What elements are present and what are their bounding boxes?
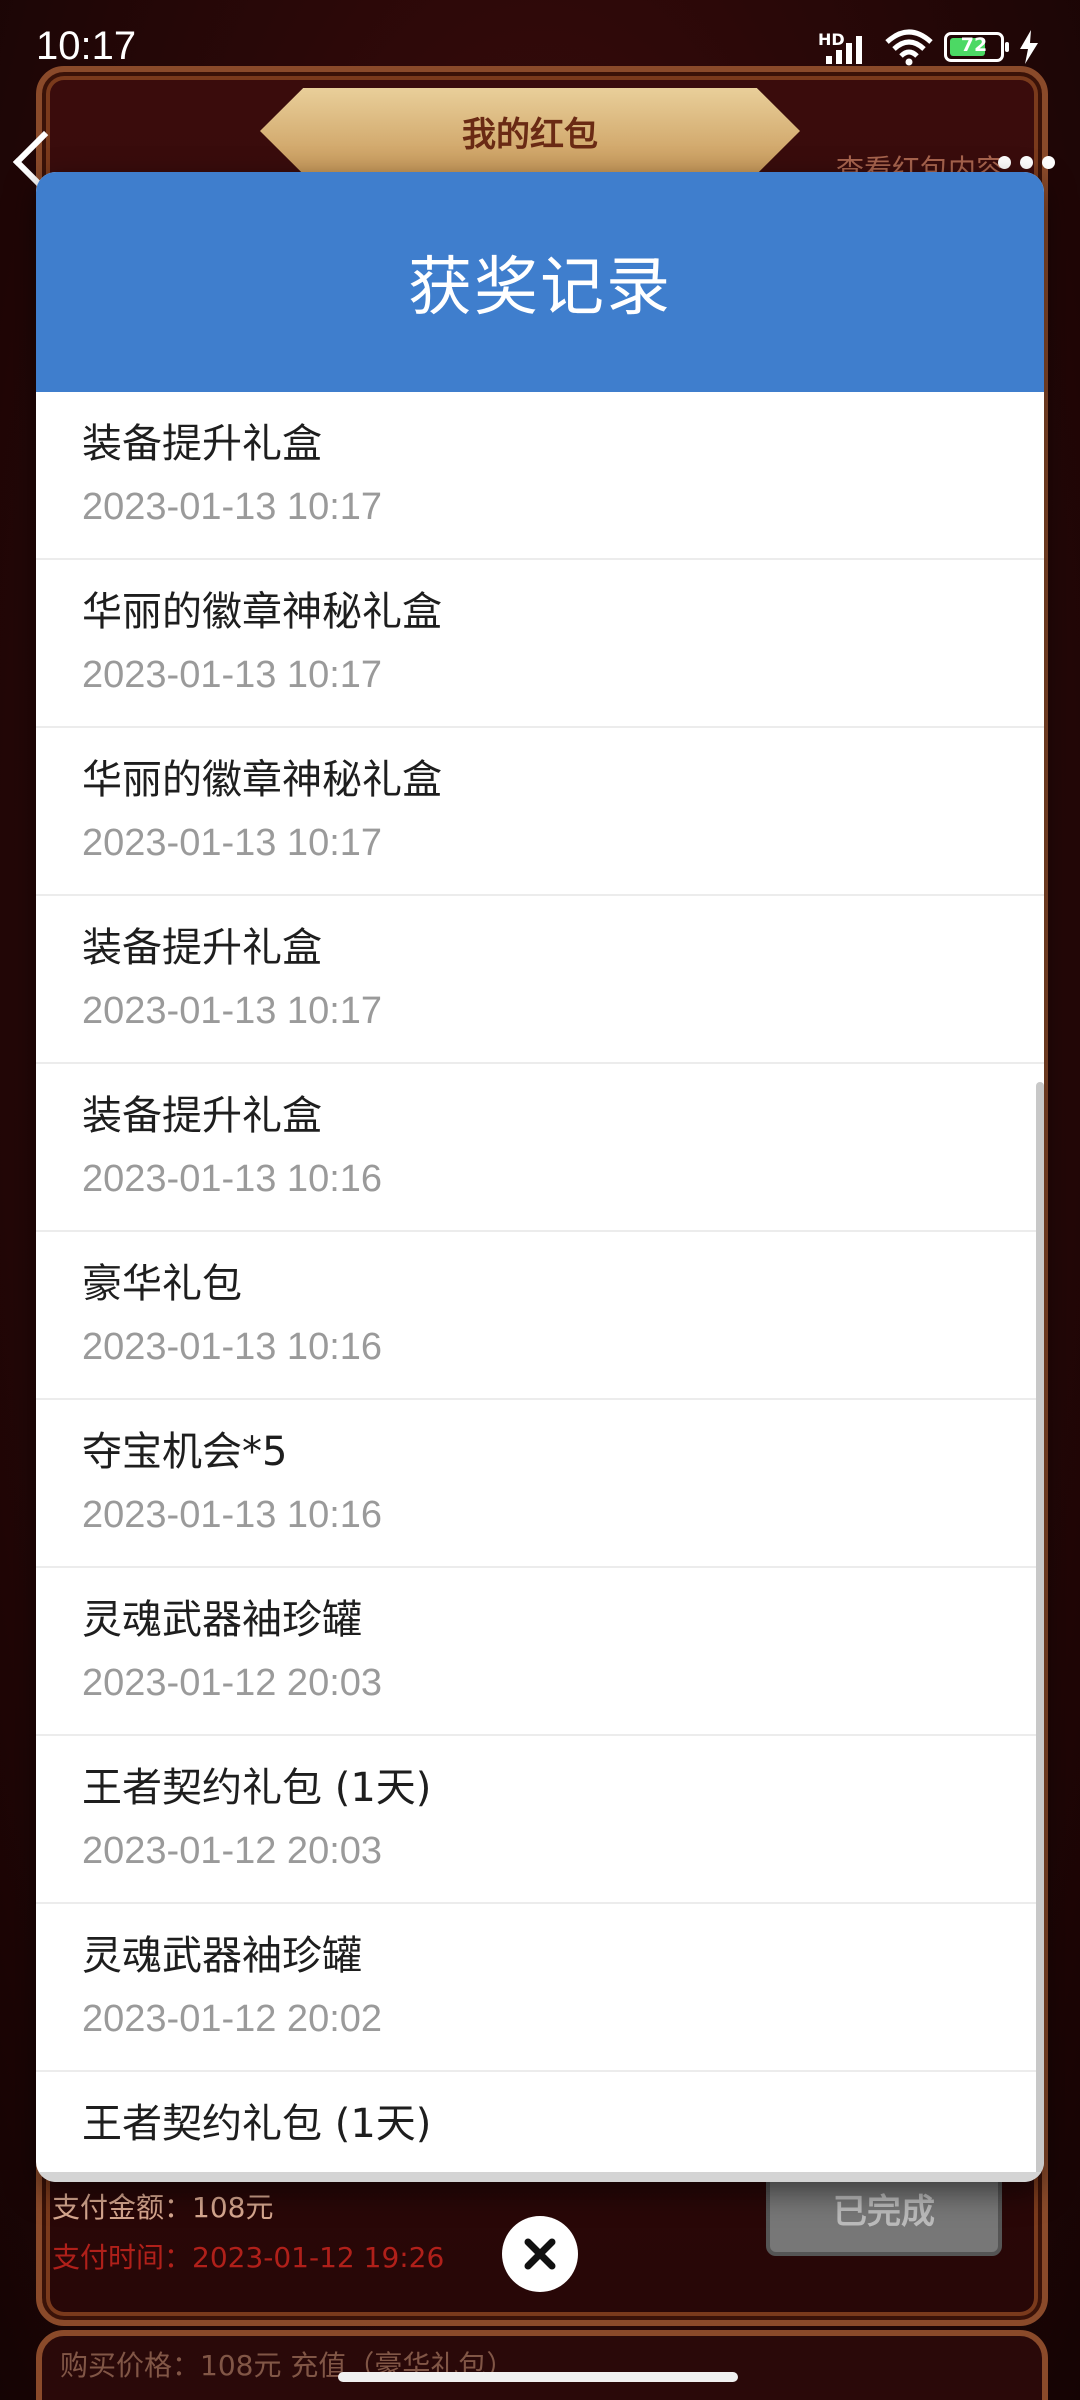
more-icon[interactable] (998, 156, 1055, 169)
list-item[interactable]: 灵魂武器袖珍罐 2023-01-12 20:02 (36, 1904, 1044, 2072)
item-name: 华丽的徽章神秘礼盒 (82, 589, 442, 635)
item-name: 王者契约礼包 (1天) (82, 1765, 432, 1811)
list-item[interactable]: 华丽的徽章神秘礼盒 2023-01-13 10:17 (36, 728, 1044, 896)
item-date: 2023-01-12 20:03 (82, 1830, 383, 1872)
list-item[interactable]: 夺宝机会*5 2023-01-13 10:16 (36, 1400, 1044, 1568)
item-name: 装备提升礼盒 (82, 1093, 322, 1139)
status-time: 10:17 (36, 24, 137, 68)
pay-amount: 支付金额：108元 (52, 2191, 274, 2224)
background-banner: 我的红包 (260, 88, 800, 174)
list-item[interactable]: 装备提升礼盒 2023-01-13 10:17 (36, 392, 1044, 560)
item-date: 2023-01-13 10:16 (82, 1158, 383, 1200)
award-record-dialog: 获奖记录 装备提升礼盒 2023-01-13 10:17 华丽的徽章神秘礼盒 2… (36, 172, 1044, 2182)
list-item[interactable]: 灵魂武器袖珍罐 2023-01-12 20:03 (36, 1568, 1044, 1736)
award-list[interactable]: 装备提升礼盒 2023-01-13 10:17 华丽的徽章神秘礼盒 2023-0… (36, 392, 1044, 2182)
pay-time: 支付时间：2023-01-12 19:26 (52, 2241, 445, 2274)
list-item[interactable]: 装备提升礼盒 2023-01-13 10:17 (36, 896, 1044, 1064)
item-date: 2023-01-12 20:02 (82, 1998, 383, 2040)
item-name: 王者契约礼包 (1天) (82, 2101, 432, 2147)
item-date: 2023-01-13 10:16 (82, 1494, 383, 1536)
list-item[interactable]: 豪华礼包 2023-01-13 10:16 (36, 1232, 1044, 1400)
scrollbar[interactable] (1036, 1082, 1044, 2182)
dialog-title: 获奖记录 (408, 251, 672, 325)
item-name: 灵魂武器袖珍罐 (82, 1933, 362, 1979)
item-name: 豪华礼包 (82, 1261, 242, 1307)
home-indicator[interactable] (338, 2372, 738, 2382)
charging-icon (1020, 30, 1038, 64)
dialog-bottom-edge (36, 2172, 1044, 2182)
dialog-header: 获奖记录 (36, 172, 1044, 392)
item-date: 2023-01-13 10:17 (82, 822, 383, 864)
signal-icon (826, 36, 862, 64)
list-item[interactable]: 王者契约礼包 (1天) 2023-01-12 20:03 (36, 1736, 1044, 1904)
item-date: 2023-01-13 10:17 (82, 486, 383, 528)
item-date: 2023-01-13 10:17 (82, 990, 383, 1032)
banner-title: 我的红包 (462, 114, 598, 155)
close-button[interactable] (502, 2216, 578, 2292)
list-item[interactable]: 华丽的徽章神秘礼盒 2023-01-13 10:17 (36, 560, 1044, 728)
close-icon (524, 2238, 556, 2270)
battery-icon: 72 (944, 32, 1009, 62)
item-date: 2023-01-12 20:03 (82, 1662, 383, 1704)
item-name: 夺宝机会*5 (82, 1429, 288, 1475)
wifi-icon (885, 29, 933, 66)
battery-level: 72 (960, 34, 988, 56)
status-bar: 10:17 HD 72 (0, 0, 1080, 96)
item-name: 灵魂武器袖珍罐 (82, 1597, 362, 1643)
item-name: 华丽的徽章神秘礼盒 (82, 757, 442, 803)
list-item[interactable]: 王者契约礼包 (1天) 2023-01-12 20:02 (36, 2072, 1044, 2182)
item-date: 2023-01-13 10:16 (82, 1326, 383, 1368)
item-name: 装备提升礼盒 (82, 421, 322, 467)
item-name: 装备提升礼盒 (82, 925, 322, 971)
item-date: 2023-01-13 10:17 (82, 654, 383, 696)
list-item[interactable]: 装备提升礼盒 2023-01-13 10:16 (36, 1064, 1044, 1232)
